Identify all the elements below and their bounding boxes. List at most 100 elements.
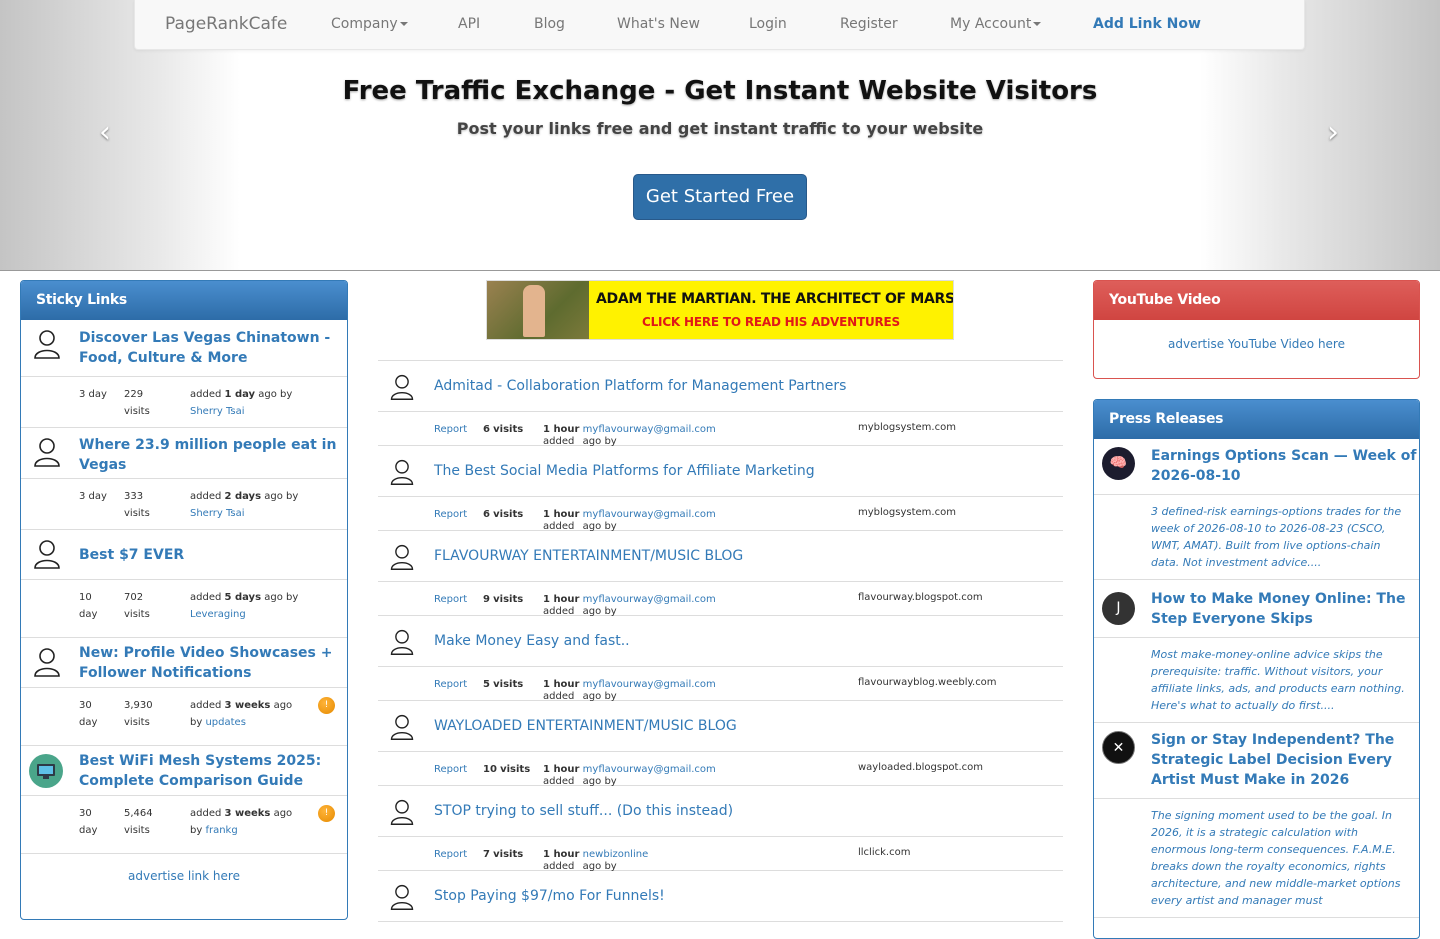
nav-whats-new[interactable]: What's New bbox=[617, 16, 700, 32]
author-link[interactable]: myflavourway@gmail.com bbox=[583, 679, 716, 690]
feed-item: STOP trying to sell stuff... (Do this in… bbox=[378, 786, 1063, 837]
author-link[interactable]: newbizonline bbox=[583, 849, 649, 860]
author-link[interactable]: Sherry Tsai bbox=[190, 403, 245, 420]
feed-item-title[interactable]: FLAVOURWAY ENTERTAINMENT/MUSIC BLOG bbox=[434, 548, 743, 564]
feed-item-meta: Report 7 visits added 1 hour ago by newb… bbox=[378, 837, 1063, 872]
hero-carousel: PageRankCafe Company API Blog What's New… bbox=[0, 0, 1440, 271]
badge-icon: ! bbox=[318, 697, 335, 714]
banner-cta: CLICK HERE TO READ HIS ADVENTURES bbox=[642, 315, 900, 329]
feed-item-title[interactable]: STOP trying to sell stuff... (Do this in… bbox=[434, 803, 733, 819]
feed-item: FLAVOURWAY ENTERTAINMENT/MUSIC BLOG bbox=[378, 531, 1063, 582]
author-link[interactable]: frankg bbox=[205, 825, 237, 836]
feed-item: Stop Paying $97/mo For Funnels! bbox=[378, 871, 1063, 922]
banner-image bbox=[487, 281, 589, 339]
nav-add-link-now[interactable]: Add Link Now bbox=[1093, 16, 1201, 32]
report-link[interactable]: Report bbox=[434, 679, 467, 690]
user-icon bbox=[388, 798, 416, 830]
feed-item-title[interactable]: WAYLOADED ENTERTAINMENT/MUSIC BLOG bbox=[434, 718, 737, 734]
author-link[interactable]: myflavourway@gmail.com bbox=[583, 764, 716, 775]
author-link[interactable]: myflavourway@gmail.com bbox=[583, 509, 716, 520]
user-icon bbox=[388, 713, 416, 745]
nav-api[interactable]: API bbox=[458, 16, 480, 32]
nav-blog[interactable]: Blog bbox=[534, 16, 565, 32]
brand-link[interactable]: PageRankCafe bbox=[165, 14, 287, 34]
feed-item-title[interactable]: Stop Paying $97/mo For Funnels! bbox=[434, 888, 665, 904]
x-avatar-icon: ✕ bbox=[1102, 731, 1135, 764]
sticky-item: Where 23.9 million people eat in Vegas bbox=[21, 428, 347, 479]
user-icon bbox=[388, 543, 416, 575]
sticky-item: Best $7 EVER bbox=[21, 530, 347, 580]
sticky-item: Best WiFi Mesh Systems 2025: Complete Co… bbox=[21, 746, 347, 796]
feed-item-title[interactable]: Admitad - Collaboration Platform for Man… bbox=[434, 378, 846, 394]
banner-headline: ADAM THE MARTIAN. THE ARCHITECT OF MARS. bbox=[596, 291, 954, 307]
press-item-title[interactable]: Earnings Options Scan — Week of 2026-08-… bbox=[1151, 439, 1419, 486]
user-icon bbox=[33, 646, 61, 682]
link-feed: Admitad - Collaboration Platform for Man… bbox=[378, 360, 1063, 922]
advertise-youtube-link[interactable]: advertise YouTube Video here bbox=[1094, 337, 1419, 351]
sticky-item-title[interactable]: Best $7 EVER bbox=[79, 530, 347, 565]
sticky-item-meta: 30 day 3,930 visits added 3 weeks ago by… bbox=[21, 688, 347, 746]
get-started-button[interactable]: Get Started Free bbox=[633, 174, 807, 220]
feed-item: Make Money Easy and fast.. bbox=[378, 616, 1063, 667]
top-navbar: PageRankCafe Company API Blog What's New… bbox=[134, 0, 1305, 50]
nav-register[interactable]: Register bbox=[840, 16, 898, 32]
hero-subtitle: Post your links free and get instant tra… bbox=[456, 119, 984, 138]
feed-item: Admitad - Collaboration Platform for Man… bbox=[378, 361, 1063, 412]
sticky-item: Discover Las Vegas Chinatown - Food, Cul… bbox=[21, 320, 347, 377]
feed-item-title[interactable]: The Best Social Media Platforms for Affi… bbox=[434, 463, 815, 479]
nav-my-account-dropdown[interactable]: My Account bbox=[950, 16, 1042, 32]
brain-avatar-icon: 🧠 bbox=[1102, 447, 1135, 480]
sticky-item: New: Profile Video Showcases + Follower … bbox=[21, 638, 347, 688]
sticky-item-title[interactable]: New: Profile Video Showcases + Follower … bbox=[79, 638, 347, 683]
sticky-item-title[interactable]: Best WiFi Mesh Systems 2025: Complete Co… bbox=[79, 746, 347, 791]
author-link[interactable]: Sherry Tsai bbox=[190, 505, 245, 522]
domain-label: llclick.com bbox=[858, 847, 911, 858]
author-link[interactable]: Leveraging bbox=[190, 606, 246, 623]
feed-item-meta: Report 6 visits added 1 hour ago by myfl… bbox=[378, 497, 1063, 532]
press-releases-header: Press Releases bbox=[1094, 400, 1419, 439]
press-item: J How to Make Money Online: The Step Eve… bbox=[1094, 580, 1419, 638]
press-item-desc: Most make-money-online advice skips the … bbox=[1094, 638, 1419, 723]
author-link[interactable]: myflavourway@gmail.com bbox=[583, 594, 716, 605]
youtube-panel: YouTube Video advertise YouTube Video he… bbox=[1093, 280, 1420, 379]
sticky-links-panel: Sticky Links Discover Las Vegas Chinatow… bbox=[20, 280, 348, 920]
domain-label: flavourway.blogspot.com bbox=[858, 592, 983, 603]
press-item-title[interactable]: Sign or Stay Independent? The Strategic … bbox=[1151, 723, 1419, 790]
nav-login[interactable]: Login bbox=[749, 16, 787, 32]
user-icon bbox=[388, 373, 416, 405]
user-icon bbox=[33, 436, 61, 472]
advertise-link[interactable]: advertise link here bbox=[21, 869, 347, 883]
feed-item-meta: Report 9 visits added 1 hour ago by myfl… bbox=[378, 582, 1063, 617]
report-link[interactable]: Report bbox=[434, 594, 467, 605]
ad-banner[interactable]: ADAM THE MARTIAN. THE ARCHITECT OF MARS.… bbox=[486, 280, 954, 340]
report-link[interactable]: Report bbox=[434, 509, 467, 520]
domain-label: flavourwayblog.weebly.com bbox=[858, 677, 997, 688]
youtube-header: YouTube Video bbox=[1094, 281, 1419, 320]
feed-item-meta: Report 6 visits added 1 hour ago by myfl… bbox=[378, 412, 1063, 447]
report-link[interactable]: Report bbox=[434, 424, 467, 435]
computer-avatar-icon bbox=[29, 754, 63, 792]
domain-label: myblogsystem.com bbox=[858, 507, 956, 518]
feed-item: WAYLOADED ENTERTAINMENT/MUSIC BLOG bbox=[378, 701, 1063, 752]
user-icon bbox=[33, 328, 61, 364]
sticky-item-title[interactable]: Where 23.9 million people eat in Vegas bbox=[79, 428, 347, 475]
sticky-item-title[interactable]: Discover Las Vegas Chinatown - Food, Cul… bbox=[79, 320, 347, 368]
user-icon bbox=[388, 628, 416, 660]
press-item-desc: The signing moment used to be the goal. … bbox=[1094, 799, 1419, 918]
j-avatar-icon: J bbox=[1102, 592, 1135, 625]
press-item-title[interactable]: How to Make Money Online: The Step Every… bbox=[1151, 580, 1419, 629]
user-icon bbox=[33, 538, 61, 574]
author-link[interactable]: myflavourway@gmail.com bbox=[583, 424, 716, 435]
feed-item-meta: Report 5 visits added 1 hour ago by myfl… bbox=[378, 667, 1063, 702]
hero-title: Free Traffic Exchange - Get Instant Webs… bbox=[342, 76, 1098, 106]
press-releases-panel: Press Releases 🧠 Earnings Options Scan —… bbox=[1093, 399, 1420, 939]
sticky-item-meta: 30 day 5,464 visits added 3 weeks ago by… bbox=[21, 796, 347, 854]
badge-icon: ! bbox=[318, 805, 335, 822]
feed-item-title[interactable]: Make Money Easy and fast.. bbox=[434, 633, 630, 649]
report-link[interactable]: Report bbox=[434, 764, 467, 775]
feed-item-meta: Report 10 visits added 1 hour ago by myf… bbox=[378, 752, 1063, 787]
author-link[interactable]: updates bbox=[205, 717, 245, 728]
domain-label: wayloaded.blogspot.com bbox=[858, 762, 983, 773]
nav-company-dropdown[interactable]: Company bbox=[331, 16, 408, 32]
report-link[interactable]: Report bbox=[434, 849, 467, 860]
